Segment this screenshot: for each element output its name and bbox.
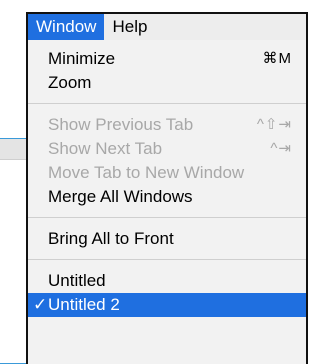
menu-item-zoom[interactable]: Zoom	[28, 71, 306, 95]
menu-item-move-tab-to-new-window: Move Tab to New Window	[28, 161, 306, 185]
screen: Window Help Minimize ⌘M Zoom Show Previo…	[0, 0, 314, 364]
menu-separator	[28, 103, 306, 104]
menu-item-window-untitled[interactable]: Untitled	[28, 269, 306, 293]
menu-item-label: Move Tab to New Window	[48, 163, 245, 182]
menu-separator	[28, 259, 306, 260]
menu-item-bring-all-to-front[interactable]: Bring All to Front	[28, 227, 306, 251]
menu-bar-help-label: Help	[112, 17, 148, 36]
menu-item-label: Show Next Tab	[48, 139, 163, 158]
checkmark-icon: ✓	[33, 295, 48, 314]
menu-item-shortcut: ^⇧⇥	[256, 116, 292, 133]
menu-item-merge-all-windows[interactable]: Merge All Windows	[28, 185, 306, 209]
window-menu-dropdown: Minimize ⌘M Zoom Show Previous Tab ^⇧⇥ S…	[26, 40, 308, 364]
menu-bar: Window Help	[26, 12, 308, 40]
menu-item-label: Minimize	[48, 49, 116, 68]
menu-item-show-next-tab: Show Next Tab ^⇥	[28, 137, 306, 161]
menu-item-window-untitled-2[interactable]: ✓ Untitled 2	[28, 293, 306, 317]
menu-bar-window-label: Window	[36, 17, 97, 36]
menu-item-label: Zoom	[48, 73, 92, 92]
menu-bar-help[interactable]: Help	[104, 14, 155, 40]
menu-item-shortcut: ⌘M	[262, 50, 292, 67]
menu-item-label: Untitled	[48, 271, 106, 290]
background-window-titlebar[interactable]	[0, 139, 29, 160]
menu-bar-window[interactable]: Window	[26, 14, 105, 40]
menu-item-show-previous-tab: Show Previous Tab ^⇧⇥	[28, 113, 306, 137]
menu-separator	[28, 217, 306, 218]
menu-item-label: Merge All Windows	[48, 187, 193, 206]
menu-item-minimize[interactable]: Minimize ⌘M	[28, 47, 306, 71]
menu-item-shortcut: ^⇥	[270, 140, 292, 157]
menu-item-label: Show Previous Tab	[48, 115, 194, 134]
menu-item-label: Untitled 2	[48, 295, 120, 314]
menu-item-label: Bring All to Front	[48, 229, 174, 248]
